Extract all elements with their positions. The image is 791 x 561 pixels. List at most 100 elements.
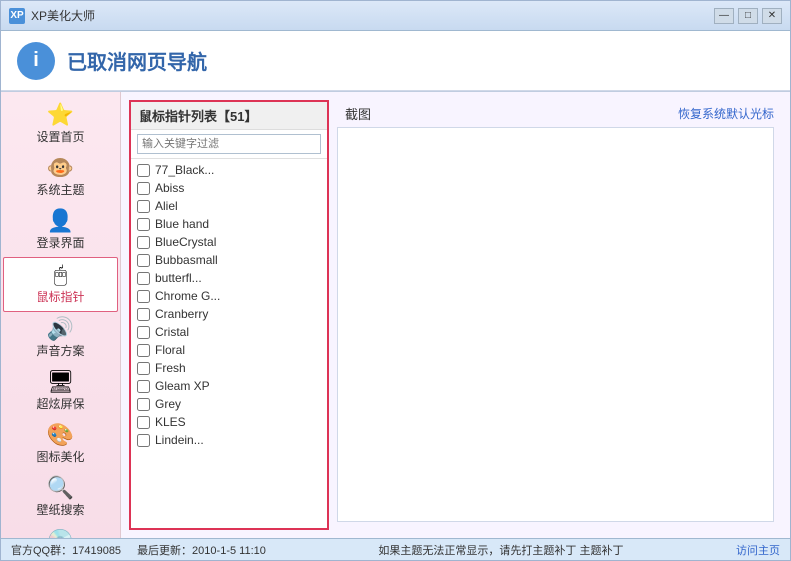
- cursor-list-header: 鼠标指针列表【51】: [131, 102, 327, 130]
- cursor-item-label: Gleam XP: [155, 379, 210, 393]
- cursor-list-item[interactable]: Floral: [131, 341, 327, 359]
- screen-saver-label: 超炫屏保: [36, 395, 84, 412]
- settings-home-icon: ⭐: [47, 104, 74, 126]
- sound-scheme-icon: 🔊: [47, 318, 74, 340]
- cursor-checkbox[interactable]: [137, 416, 150, 429]
- cursor-item-label: Fresh: [155, 361, 186, 375]
- header-bar: i 已取消网页导航: [1, 31, 790, 91]
- cursor-item-label: Aliel: [155, 199, 178, 213]
- cursor-checkbox[interactable]: [137, 200, 150, 213]
- cursor-list-panel: 鼠标指针列表【51】 77_Black... Abiss Aliel Blue han…: [129, 100, 329, 530]
- oem-info-icon: 💿: [47, 530, 74, 538]
- cursor-list-item[interactable]: Aliel: [131, 197, 327, 215]
- cursor-checkbox[interactable]: [137, 380, 150, 393]
- sidebar-item-login-ui[interactable]: 👤 登录界面: [1, 204, 120, 257]
- cursor-item-label: Bubbasmall: [155, 253, 218, 267]
- cursor-checkbox[interactable]: [137, 236, 150, 249]
- cursor-checkbox[interactable]: [137, 272, 150, 285]
- main-window: XP XP美化大师 — □ ✕ i 已取消网页导航 ⭐ 设置首页 🐵 系统主题 👤 登录界…: [0, 0, 791, 561]
- cursor-list-item[interactable]: butterfl...: [131, 269, 327, 287]
- cursor-item-label: 77_Black...: [155, 163, 214, 177]
- cursor-list-item[interactable]: KLES: [131, 413, 327, 431]
- login-ui-label: 登录界面: [36, 234, 84, 251]
- sidebar-item-oem-info[interactable]: 💿OEM 信息: [1, 524, 120, 538]
- maximize-button[interactable]: □: [738, 8, 758, 24]
- wallpaper-label: 壁纸搜索: [36, 501, 84, 518]
- cursor-list-item[interactable]: Cristal: [131, 323, 327, 341]
- cursor-checkbox[interactable]: [137, 308, 150, 321]
- sidebar-item-icon-beauty[interactable]: 🎨 图标美化: [1, 418, 120, 471]
- visit-main-link[interactable]: 访问主页: [736, 542, 780, 558]
- cursor-checkbox[interactable]: [137, 182, 150, 195]
- cursor-list-item[interactable]: Grey: [131, 395, 327, 413]
- cursor-filter-input[interactable]: [137, 134, 321, 154]
- header-title: 已取消网页导航: [67, 46, 207, 75]
- cursor-item-label: Cristal: [155, 325, 189, 339]
- cursor-list-item[interactable]: Fresh: [131, 359, 327, 377]
- main-layout: ⭐ 设置首页 🐵 系统主题 👤 登录界面 🖱鼠标指针 🔊 声音方案 🖥超炫屏保 🎨 图标美化 🔍 壁纸搜索…: [1, 92, 790, 538]
- wallpaper-icon: 🔍: [47, 477, 74, 499]
- cursor-item-label: Blue hand: [155, 217, 209, 231]
- titlebar-buttons: — □ ✕: [714, 8, 782, 24]
- statusbar-center: 如果主题无法正常显示，请先打主题补丁 主题补丁: [286, 542, 716, 558]
- sidebar-item-wallpaper[interactable]: 🔍 壁纸搜索: [1, 471, 120, 524]
- sound-scheme-label: 声音方案: [36, 342, 84, 359]
- cursor-list-item[interactable]: Chrome G...: [131, 287, 327, 305]
- cursor-list-item[interactable]: Bubbasmall: [131, 251, 327, 269]
- cursor-item-label: Cranberry: [155, 307, 208, 321]
- cursor-item-label: butterfl...: [155, 271, 202, 285]
- cursor-list-item[interactable]: Lindein...: [131, 431, 327, 449]
- content-area: 鼠标指针列表【51】 77_Black... Abiss Aliel Blue han…: [121, 92, 790, 538]
- system-theme-label: 系统主题: [36, 181, 84, 198]
- cursor-item-label: Floral: [155, 343, 185, 357]
- app-icon: XP: [9, 8, 25, 24]
- cursor-checkbox[interactable]: [137, 326, 150, 339]
- cursor-list-item[interactable]: 77_Black...: [131, 161, 327, 179]
- preview-area: [337, 127, 774, 522]
- qq-group-label: 官方QQ群：17419085: [11, 542, 121, 558]
- cursor-item-label: Chrome G...: [155, 289, 220, 303]
- cursor-item-label: KLES: [155, 415, 186, 429]
- sidebar-item-sound-scheme[interactable]: 🔊 声音方案: [1, 312, 120, 365]
- cursor-item-label: Lindein...: [155, 433, 204, 447]
- icon-beauty-label: 图标美化: [36, 448, 84, 465]
- cursor-checkbox[interactable]: [137, 290, 150, 303]
- system-theme-icon: 🐵: [47, 157, 74, 179]
- cursor-list-item[interactable]: Cranberry: [131, 305, 327, 323]
- cursor-checkbox[interactable]: [137, 164, 150, 177]
- cursor-item-label: Abiss: [155, 181, 184, 195]
- cursor-item-label: Grey: [155, 397, 181, 411]
- login-ui-icon: 👤: [47, 210, 74, 232]
- cursor-list-items[interactable]: 77_Black... Abiss Aliel Blue hand BlueCrysta…: [131, 159, 327, 528]
- sidebar-item-screen-saver[interactable]: 🖥超炫屏保: [1, 365, 120, 418]
- cursor-list-item[interactable]: Blue hand: [131, 215, 327, 233]
- settings-home-label: 设置首页: [36, 128, 84, 145]
- cursor-checkbox[interactable]: [137, 344, 150, 357]
- mouse-cursor-label: 鼠标指针: [36, 288, 84, 305]
- cursor-checkbox[interactable]: [137, 362, 150, 375]
- preview-label: 截图: [345, 104, 371, 123]
- minimize-button[interactable]: —: [714, 8, 734, 24]
- cursor-list-item[interactable]: Gleam XP: [131, 377, 327, 395]
- window-title: XP美化大师: [31, 7, 714, 24]
- info-icon: i: [17, 42, 55, 80]
- restore-default-link[interactable]: 恢复系统默认光标: [678, 105, 774, 122]
- preview-panel: 截图 恢复系统默认光标: [337, 100, 782, 530]
- cursor-list-filter[interactable]: [131, 130, 327, 159]
- statusbar-left: 官方QQ群：17419085 最后更新：2010-1-5 11:10: [11, 542, 266, 558]
- sidebar-item-settings-home[interactable]: ⭐ 设置首页: [1, 98, 120, 151]
- icon-beauty-icon: 🎨: [47, 424, 74, 446]
- panel-layout: 鼠标指针列表【51】 77_Black... Abiss Aliel Blue han…: [121, 92, 790, 538]
- sidebar-item-system-theme[interactable]: 🐵 系统主题: [1, 151, 120, 204]
- cursor-checkbox[interactable]: [137, 434, 150, 447]
- preview-header: 截图 恢复系统默认光标: [337, 100, 782, 127]
- sidebar-item-mouse-cursor[interactable]: 🖱鼠标指针: [3, 257, 118, 312]
- cursor-checkbox[interactable]: [137, 254, 150, 267]
- cursor-item-label: BlueCrystal: [155, 235, 216, 249]
- cursor-checkbox[interactable]: [137, 218, 150, 231]
- cursor-list-item[interactable]: Abiss: [131, 179, 327, 197]
- cursor-checkbox[interactable]: [137, 398, 150, 411]
- cursor-list-item[interactable]: BlueCrystal: [131, 233, 327, 251]
- close-button[interactable]: ✕: [762, 8, 782, 24]
- titlebar: XP XP美化大师 — □ ✕: [1, 1, 790, 31]
